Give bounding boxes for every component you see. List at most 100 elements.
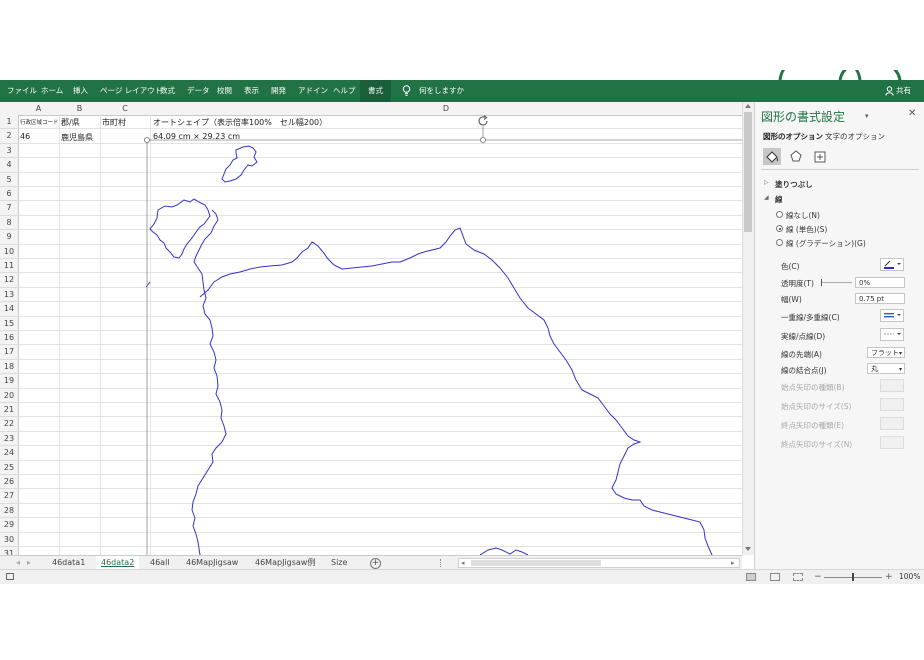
transparency-label: 透明度(T) <box>781 279 814 288</box>
ribbon-tab-bar: ファイル ホーム 挿入 ページ レイアウト 数式 データ 校閲 表示 開発 アド… <box>0 80 924 102</box>
page-layout-view-icon[interactable] <box>770 573 780 581</box>
cap-type-value: フラット <box>871 349 899 357</box>
ribbon-decoration <box>778 70 902 82</box>
zoom-in-icon[interactable]: + <box>885 570 893 584</box>
begin-arrow-type-label: 始点矢印の種類(B) <box>781 383 845 392</box>
line-gradient-label[interactable]: 線 (グラデーション)(G) <box>786 238 866 249</box>
transparency-slider-thumb[interactable] <box>821 279 822 286</box>
line-solid-radio[interactable] <box>776 225 783 232</box>
begin-arrow-size-dropdown[interactable] <box>880 398 904 411</box>
share-button[interactable]: 共有 <box>896 80 911 102</box>
tell-me-search[interactable]: 何をしますか <box>419 80 464 102</box>
resize-handle <box>480 137 486 143</box>
zoom-level[interactable]: 100% <box>899 570 920 584</box>
color-label: 色(C) <box>781 262 800 271</box>
compound-type-dropdown[interactable] <box>880 309 904 322</box>
transparency-input[interactable]: 0% <box>855 277 905 288</box>
h-scrollbar-thumb[interactable] <box>471 560 601 566</box>
line-none-radio[interactable] <box>776 211 783 218</box>
add-sheet-icon[interactable]: + <box>370 558 381 569</box>
compound-type-label: 一重線/多重線(C) <box>781 313 840 322</box>
tab-text-options[interactable]: 文字のオプション <box>825 131 885 142</box>
tab-home[interactable]: ホーム <box>41 80 63 102</box>
dash-type-dropdown[interactable] <box>880 328 904 341</box>
page-break-view-icon[interactable] <box>793 573 803 581</box>
fill-section-header[interactable]: 塗りつぶし <box>775 179 813 190</box>
sheet-tab-bar: ◂ ▸ 46data1 46data2 46all 46MapJigsaw 46… <box>0 555 742 572</box>
macro-record-icon[interactable] <box>6 573 14 580</box>
sheet-tab[interactable]: Size <box>331 556 347 570</box>
collapse-arrow-icon[interactable]: ◢ <box>764 194 769 201</box>
mainland-outline <box>191 209 227 555</box>
zoom-slider-thumb[interactable] <box>852 573 854 581</box>
lightbulb-icon <box>402 85 411 97</box>
peninsula-outline <box>149 198 211 259</box>
tab-view[interactable]: 表示 <box>244 80 259 102</box>
map-autoshape[interactable] <box>0 102 742 555</box>
tab-addins[interactable]: アドイン <box>298 80 328 102</box>
close-icon[interactable]: ✕ <box>908 108 916 119</box>
size-properties-icon[interactable] <box>811 148 829 165</box>
zoom-out-icon[interactable]: − <box>814 570 822 584</box>
island-outline <box>221 145 258 183</box>
pane-title: 図形の書式設定 <box>761 110 846 124</box>
tab-file[interactable]: ファイル <box>7 80 37 102</box>
horizontal-scrollbar[interactable]: ◂ ▸ <box>458 558 740 568</box>
line-section-header[interactable]: 線 <box>775 194 783 205</box>
fill-line-icon[interactable] <box>763 148 781 165</box>
tab-review[interactable]: 校閲 <box>217 80 232 102</box>
dash-type-label: 実線/点線(D) <box>781 332 826 341</box>
cap-type-dropdown[interactable]: フラット ▾ <box>867 347 905 358</box>
line-solid-label[interactable]: 線 (単色)(S) <box>786 224 827 235</box>
scroll-left-arrow-icon[interactable]: ◂ <box>461 559 465 567</box>
cap-type-label: 線の先端(A) <box>781 350 822 359</box>
chevron-down-icon: ▾ <box>898 366 902 373</box>
sheet-tab[interactable]: 46all <box>150 556 170 570</box>
tab-help[interactable]: ヘルプ <box>333 80 356 102</box>
end-arrow-type-dropdown[interactable] <box>880 417 904 430</box>
tab-scroll-right-icon[interactable]: ▸ <box>27 556 31 570</box>
join-type-dropdown[interactable]: 丸 ▾ <box>867 363 905 374</box>
end-arrow-type-label: 終点矢印の種類(E) <box>781 421 845 430</box>
join-type-value: 丸 <box>871 365 878 373</box>
end-arrow-size-label: 終点矢印のサイズ(N) <box>781 440 853 449</box>
resize-handle <box>144 137 150 143</box>
transparency-slider[interactable] <box>822 282 852 283</box>
sheet-tab[interactable]: 46MapJigsaw <box>186 556 238 570</box>
expand-arrow-icon[interactable]: ▷ <box>764 179 769 186</box>
width-input[interactable]: 0.75 pt <box>855 293 905 304</box>
rotate-handle-icon[interactable] <box>476 114 490 128</box>
vertical-scrollbar[interactable] <box>742 102 754 555</box>
tab-scroll-left-icon[interactable]: ◂ <box>16 556 20 570</box>
end-arrow-size-dropdown[interactable] <box>880 436 904 449</box>
line-color-picker[interactable] <box>880 258 904 271</box>
split-handle[interactable] <box>440 559 443 567</box>
tab-formulas[interactable]: 数式 <box>160 80 175 102</box>
sheet-tab[interactable]: 46data1 <box>52 556 85 570</box>
person-icon <box>885 86 894 96</box>
line-gradient-radio[interactable] <box>776 239 783 246</box>
begin-arrow-type-dropdown[interactable] <box>880 379 904 392</box>
tab-page-layout[interactable]: ページ レイアウト <box>100 80 162 102</box>
scroll-down-arrow-icon[interactable] <box>745 547 751 551</box>
worksheet-grid[interactable]: A B C D 1 2 3 4 5 6 7 8 9 10 11 12 13 14 15 16 17 18 19 20 2… <box>0 102 742 555</box>
join-type-label: 線の結合点(J) <box>781 366 827 375</box>
scrollbar-thumb[interactable] <box>744 112 752 232</box>
chevron-down-icon: ▾ <box>898 350 902 357</box>
tab-insert[interactable]: 挿入 <box>73 80 88 102</box>
pane-options-chevron-icon[interactable]: ▾ <box>865 112 869 120</box>
tab-developer[interactable]: 開発 <box>271 80 286 102</box>
tab-data[interactable]: データ <box>187 80 210 102</box>
northern-coast-outline <box>199 227 713 555</box>
effects-icon[interactable] <box>787 148 805 165</box>
divider <box>761 169 919 170</box>
tab-format[interactable]: 書式 <box>360 80 391 102</box>
width-label: 幅(W) <box>781 295 802 304</box>
line-none-label[interactable]: 線なし(N) <box>786 210 820 221</box>
scroll-right-arrow-icon[interactable]: ▸ <box>731 559 735 567</box>
normal-view-icon[interactable] <box>746 573 756 581</box>
sheet-tab[interactable]: 46MapJigsaw例 <box>255 556 315 570</box>
tab-shape-options[interactable]: 図形のオプション <box>763 131 823 142</box>
bottom-coast-outline <box>479 547 529 555</box>
scroll-up-arrow-icon[interactable] <box>745 104 751 108</box>
